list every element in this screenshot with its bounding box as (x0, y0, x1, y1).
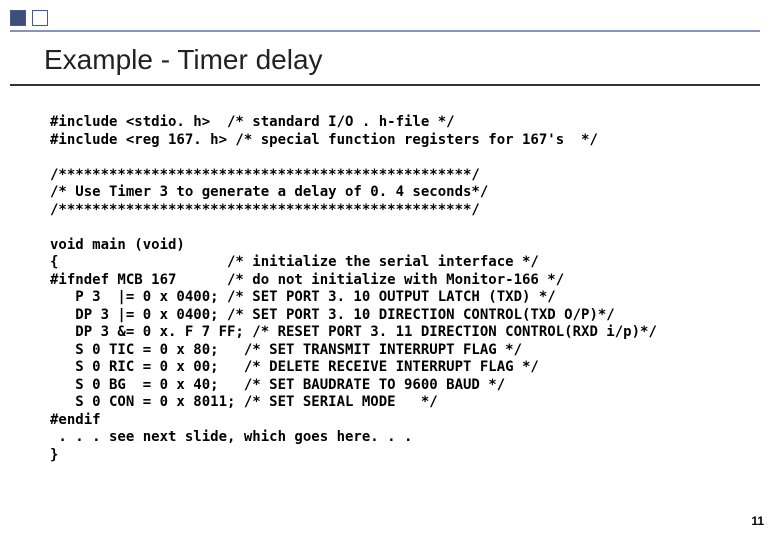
decor-square-outline (32, 10, 48, 26)
code-line: /***************************************… (50, 202, 480, 218)
code-line: S 0 TIC = 0 x 80; /* SET TRANSMIT INTERR… (50, 342, 522, 358)
code-line: . . . see next slide, which goes here. .… (50, 429, 412, 445)
code-line: void main (void) (50, 237, 185, 253)
decor-square-filled (10, 10, 26, 26)
code-line: S 0 CON = 0 x 8011; /* SET SERIAL MODE *… (50, 394, 438, 410)
code-line: /***************************************… (50, 167, 480, 183)
title-underline (10, 84, 760, 86)
corner-decoration (10, 10, 48, 26)
code-line: P 3 |= 0 x 0400; /* SET PORT 3. 10 OUTPU… (50, 289, 556, 305)
code-line: DP 3 |= 0 x 0400; /* SET PORT 3. 10 DIRE… (50, 307, 615, 323)
code-line: DP 3 &= 0 x. F 7 FF; /* RESET PORT 3. 11… (50, 324, 657, 340)
code-line: #endif (50, 412, 101, 428)
code-line: S 0 BG = 0 x 40; /* SET BAUDRATE TO 9600… (50, 377, 505, 393)
code-line: S 0 RIC = 0 x 00; /* DELETE RECEIVE INTE… (50, 359, 539, 375)
code-line: #include <stdio. h> /* standard I/O . h-… (50, 114, 455, 130)
rule-light (10, 30, 760, 32)
page-number: 11 (751, 514, 764, 528)
slide-title: Example - Timer delay (44, 44, 323, 76)
top-rules (10, 30, 760, 32)
code-line: { /* initialize the serial interface */ (50, 254, 539, 270)
code-line: #ifndef MCB 167 /* do not initialize wit… (50, 272, 564, 288)
code-line: /* Use Timer 3 to generate a delay of 0.… (50, 184, 488, 200)
code-line: } (50, 447, 58, 463)
code-line: #include <reg 167. h> /* special functio… (50, 132, 598, 148)
code-block: #include <stdio. h> /* standard I/O . h-… (50, 114, 750, 464)
